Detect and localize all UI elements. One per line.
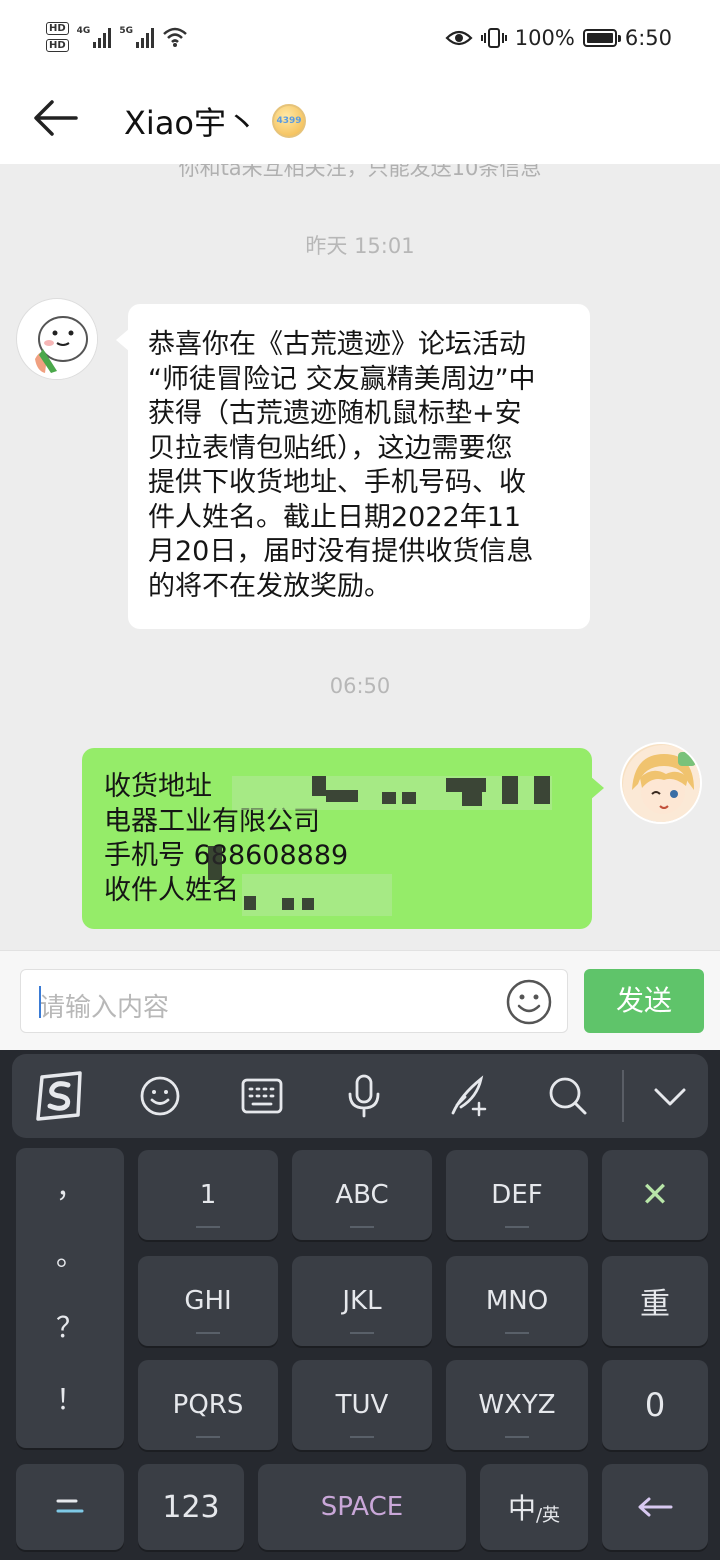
- emoji-button[interactable]: [505, 978, 553, 1026]
- backspace-key[interactable]: [602, 1464, 708, 1550]
- punct-period[interactable]: 。: [16, 1234, 124, 1274]
- redaction-mosaic: [446, 778, 486, 792]
- eye-icon: [445, 30, 473, 46]
- key-mno[interactable]: MNO: [446, 1256, 588, 1346]
- hd-icon: HD HD: [46, 22, 69, 52]
- status-bar: HD HD 4G 5G 100% 6:50: [0, 0, 720, 80]
- delete-icon: ✕: [640, 1175, 670, 1215]
- outgoing-message-bubble[interactable]: 收货地址 电器工业有限公司 手机号 688608889 收件人姓名: [82, 748, 604, 929]
- microphone-icon: [348, 1074, 380, 1118]
- redaction-mosaic: [242, 874, 392, 916]
- vibrate-icon: [480, 28, 507, 48]
- punct-comma[interactable]: ，: [16, 1166, 124, 1206]
- battery-percent: 100%: [514, 26, 575, 50]
- keyboard-toolbar: [12, 1054, 708, 1138]
- redaction-mosaic: [312, 776, 326, 796]
- search-icon: [549, 1077, 587, 1115]
- follow-notice: 你和ta未互相关注，只能发送10条信息: [178, 164, 542, 180]
- smiley-icon: [506, 979, 552, 1025]
- smiley-icon: [140, 1076, 180, 1116]
- wifi-icon: [163, 27, 187, 47]
- contact-name: Xiao宇丶: [124, 104, 259, 142]
- key-abc[interactable]: ABC: [292, 1150, 432, 1240]
- chat-header: Xiao宇丶 4399: [0, 80, 720, 164]
- numbers-key[interactable]: 123: [138, 1464, 244, 1550]
- input-placeholder: 请输入内容: [39, 993, 170, 1023]
- timestamp: 06:50: [329, 674, 391, 698]
- timestamp: 昨天 15:01: [305, 234, 415, 258]
- symbols-key[interactable]: [16, 1464, 124, 1550]
- emoji-panel-button[interactable]: [134, 1070, 186, 1122]
- language-toggle-key[interactable]: 中/英: [480, 1464, 588, 1550]
- handwriting-button[interactable]: [442, 1070, 494, 1122]
- incoming-message-bubble[interactable]: 恭喜你在《古荒遗迹》论坛活动 “师徒冒险记 交友赢精美周边”中 获得（古荒遗迹随…: [116, 304, 590, 629]
- key-pqrs[interactable]: PQRS: [138, 1360, 278, 1450]
- cartoon-avatar-icon: [18, 300, 97, 379]
- sender-avatar[interactable]: [16, 298, 98, 380]
- key-jkl[interactable]: JKL: [292, 1256, 432, 1346]
- status-bar-right: 100% 6:50: [445, 26, 672, 50]
- redaction-mosaic: [462, 792, 482, 806]
- my-avatar[interactable]: [620, 742, 702, 824]
- redaction-mosaic: [502, 776, 518, 804]
- symbols-icon: [56, 1499, 84, 1513]
- signal-5g-icon: 5G: [119, 26, 154, 48]
- redaction-mosaic: [326, 790, 358, 802]
- back-button[interactable]: [30, 96, 82, 140]
- clock: 6:50: [624, 26, 672, 50]
- redaction-mosaic: [382, 792, 396, 804]
- chat-title: Xiao宇丶 4399: [124, 98, 307, 144]
- message-list[interactable]: 你和ta未互相关注，只能发送10条信息 昨天 15:01 恭喜你在《古荒遗迹》论…: [0, 164, 720, 950]
- status-bar-left: HD HD 4G 5G: [46, 22, 188, 52]
- battery-icon: [582, 29, 621, 47]
- ime-keyboard: ， 。 ？ ！ 1 ABC DEF ✕ GHI JKL MNO 重 PQRS T…: [0, 1050, 720, 1560]
- punct-exclaim[interactable]: ！: [16, 1378, 124, 1418]
- key-tuv[interactable]: TUV: [292, 1360, 432, 1450]
- message-input[interactable]: 请输入内容: [20, 969, 568, 1033]
- space-key[interactable]: SPACE: [258, 1464, 466, 1550]
- redaction-mosaic: [282, 898, 294, 910]
- punct-question[interactable]: ？: [16, 1306, 124, 1346]
- sogou-logo-button[interactable]: [30, 1070, 90, 1122]
- redaction-mosaic: [534, 776, 550, 804]
- redaction-mosaic: [244, 896, 256, 910]
- punctuation-column[interactable]: ， 。 ？ ！: [16, 1148, 124, 1448]
- text-caret: [39, 986, 41, 1018]
- left-arrow-icon: [638, 1497, 673, 1517]
- key-1[interactable]: 1: [138, 1150, 278, 1240]
- send-button[interactable]: 发送: [584, 969, 704, 1033]
- sogou-s-icon: [36, 1071, 82, 1121]
- quill-pen-icon: [451, 1075, 487, 1117]
- redaction-mosaic: [302, 898, 314, 910]
- key-def[interactable]: DEF: [446, 1150, 588, 1240]
- toolbar-divider: [622, 1070, 624, 1122]
- chevron-down-icon: [654, 1088, 686, 1106]
- key-ghi[interactable]: GHI: [138, 1256, 278, 1346]
- redaction-mosaic: [402, 792, 416, 804]
- level-badge: 4399: [272, 104, 307, 138]
- keyboard-icon: [241, 1078, 283, 1114]
- signal-4g-icon: 4G: [77, 26, 112, 48]
- anime-avatar-icon: [623, 745, 700, 822]
- search-button[interactable]: [542, 1070, 594, 1122]
- key-0[interactable]: 0: [602, 1360, 708, 1450]
- back-arrow-icon: [34, 100, 78, 136]
- composer-bar: 请输入内容 发送: [0, 950, 720, 1050]
- collapse-keyboard-button[interactable]: [644, 1070, 696, 1122]
- keyboard-layout-button[interactable]: [236, 1070, 288, 1122]
- key-wxyz[interactable]: WXYZ: [446, 1360, 588, 1450]
- delete-key[interactable]: ✕: [602, 1150, 708, 1240]
- retype-key[interactable]: 重: [602, 1256, 708, 1346]
- redaction-mosaic: [208, 846, 222, 880]
- voice-input-button[interactable]: [338, 1070, 390, 1122]
